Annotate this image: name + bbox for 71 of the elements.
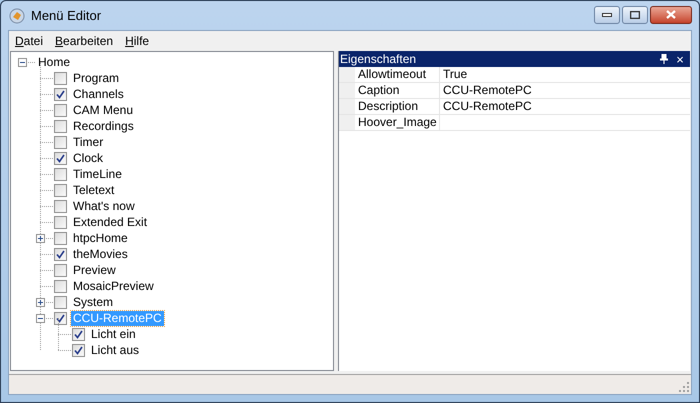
row-header-cell[interactable] bbox=[339, 115, 355, 130]
property-value[interactable]: CCU-RemotePC bbox=[440, 99, 532, 114]
checkbox[interactable] bbox=[54, 232, 67, 244]
checkbox[interactable] bbox=[54, 152, 67, 164]
checkbox[interactable] bbox=[54, 312, 67, 324]
tree-item[interactable]: htpcHome bbox=[71, 230, 130, 246]
tree-item[interactable]: System bbox=[71, 294, 116, 310]
tree-item[interactable]: Recordings bbox=[71, 118, 136, 134]
plus-icon bbox=[38, 236, 43, 240]
close-button[interactable] bbox=[650, 6, 692, 24]
checkbox[interactable] bbox=[54, 104, 67, 116]
property-name: Allowtimeout bbox=[355, 67, 440, 82]
minimize-button[interactable] bbox=[594, 6, 620, 24]
expand-toggle[interactable] bbox=[36, 234, 45, 242]
checkbox[interactable] bbox=[54, 296, 67, 308]
plus-icon bbox=[38, 300, 43, 304]
row-header-cell[interactable] bbox=[339, 67, 355, 82]
resize-grip-icon[interactable] bbox=[679, 382, 689, 392]
close-icon bbox=[666, 10, 676, 19]
tree-item[interactable]: What's now bbox=[71, 198, 137, 214]
checkbox[interactable] bbox=[72, 344, 85, 356]
property-name: Description bbox=[355, 99, 440, 114]
row-header-cell[interactable] bbox=[339, 83, 355, 98]
expand-toggle[interactable] bbox=[36, 298, 45, 306]
tree-item[interactable]: theMovies bbox=[71, 246, 130, 262]
checkbox[interactable] bbox=[54, 136, 67, 148]
tree-item[interactable]: Licht aus bbox=[89, 342, 142, 358]
maximize-button[interactable] bbox=[622, 6, 648, 24]
tree-item[interactable]: Teletext bbox=[71, 182, 116, 198]
tree-item[interactable]: Preview bbox=[71, 262, 118, 278]
menu-item[interactable]: Bearbeiten bbox=[50, 32, 118, 50]
checkbox[interactable] bbox=[54, 264, 67, 276]
tree-item[interactable]: CAM Menu bbox=[71, 102, 136, 118]
check-icon bbox=[56, 250, 65, 258]
maximize-icon bbox=[630, 10, 640, 18]
panel-title: Eigenschaften bbox=[339, 51, 416, 68]
checkbox[interactable] bbox=[54, 216, 67, 228]
tree-item[interactable]: Timer bbox=[71, 134, 106, 150]
tree-item[interactable]: TimeLine bbox=[71, 166, 124, 182]
tree-item[interactable]: Program bbox=[71, 70, 122, 86]
app-icon bbox=[9, 8, 25, 24]
property-value[interactable]: True bbox=[440, 67, 468, 82]
menu-item[interactable]: Datei bbox=[10, 32, 48, 50]
collapse-toggle[interactable] bbox=[36, 314, 45, 322]
checkbox[interactable] bbox=[72, 328, 85, 340]
tree-item[interactable]: MosaicPreview bbox=[71, 278, 156, 294]
checkbox[interactable] bbox=[54, 184, 67, 196]
property-value[interactable]: CCU-RemotePC bbox=[440, 83, 532, 98]
minimize-icon bbox=[602, 12, 612, 16]
checkbox[interactable] bbox=[54, 168, 67, 180]
check-icon bbox=[56, 154, 65, 162]
menu-item[interactable]: Hilfe bbox=[120, 32, 154, 50]
property-name: Hoover_Image bbox=[355, 115, 440, 130]
pin-icon[interactable] bbox=[660, 54, 668, 64]
tree-item[interactable]: Clock bbox=[71, 150, 106, 166]
tree-item[interactable]: Extended Exit bbox=[71, 214, 150, 230]
checkbox[interactable] bbox=[54, 280, 67, 292]
property-name: Caption bbox=[355, 83, 440, 98]
panel-close-button[interactable]: × bbox=[672, 52, 688, 66]
row-header-cell[interactable] bbox=[339, 99, 355, 114]
check-icon bbox=[56, 90, 65, 98]
checkbox[interactable] bbox=[54, 120, 67, 132]
checkbox[interactable] bbox=[54, 200, 67, 212]
checkbox[interactable] bbox=[54, 88, 67, 100]
window-title: Menü Editor bbox=[31, 6, 102, 25]
tree-item[interactable]: Home bbox=[36, 54, 72, 70]
tree-item[interactable]: Licht ein bbox=[89, 326, 138, 342]
checkbox[interactable] bbox=[54, 248, 67, 260]
checkbox[interactable] bbox=[54, 72, 67, 84]
collapse-toggle[interactable] bbox=[18, 58, 27, 66]
tree-item[interactable]: Channels bbox=[71, 86, 126, 102]
